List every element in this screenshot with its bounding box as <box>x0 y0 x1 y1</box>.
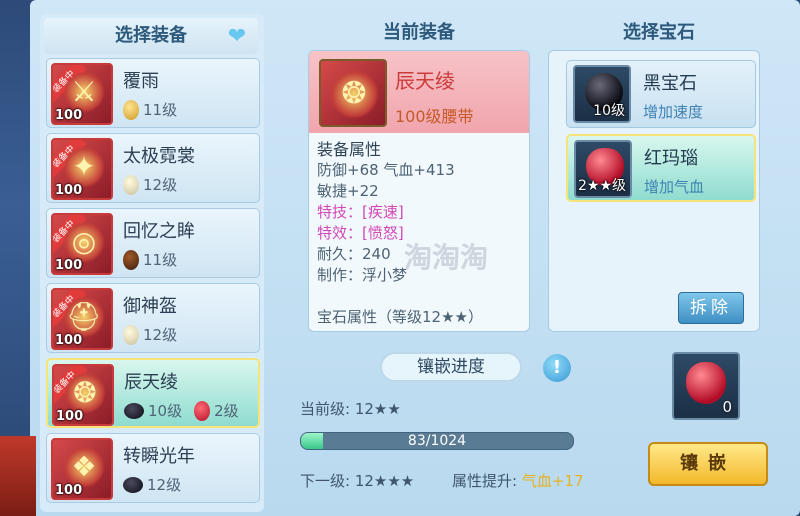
banner-flag-decoration <box>0 436 36 516</box>
belt-icon: ❂ <box>319 59 387 127</box>
select-gem-header: 选择宝石 <box>623 22 695 43</box>
gem-icon: 10级 <box>573 65 631 123</box>
equipment-title: 辰天绫 <box>395 69 455 93</box>
equipment-subtitle: 100级腰带 <box>395 107 474 126</box>
gem-description: 增加气血 <box>644 178 705 196</box>
progress-bar-text: 83/1024 <box>407 433 467 449</box>
equipment-icon: ❖ 100 <box>51 438 113 500</box>
attribute-list: 装备属性 防御+68 气血+413 敏捷+22 特技：[疾速] 特效：[愤怒] … <box>317 139 523 328</box>
special-skill-line: 特技：[疾速] <box>317 203 404 221</box>
gem-row: 11级 <box>123 249 177 270</box>
boots-icon: ❖ <box>63 446 105 488</box>
equipment-icon: 装备中 ❂ 100 <box>52 364 114 426</box>
equipment-item-fuyu[interactable]: 装备中 ⚔ 100 覆雨 11级 <box>46 58 260 128</box>
inlay-progress-title: 镶嵌进度 <box>380 352 522 382</box>
equipment-icon: 装备中 ⚔ 100 <box>51 63 113 125</box>
attribute-line: 敏捷+22 <box>317 182 379 200</box>
current-equipment-header: 当前装备 <box>383 22 455 43</box>
equipment-name: 转瞬光年 <box>123 446 195 467</box>
inlay-button[interactable]: 镶嵌 <box>648 442 768 486</box>
gem-level: 10级 <box>148 402 183 420</box>
equipment-level: 100 <box>55 108 83 123</box>
equipment-panel-title: 选择装备 <box>115 25 187 46</box>
equipment-level: 100 <box>55 258 83 273</box>
gem-attribute-line: 宝石属性（等级12★★） <box>317 308 483 326</box>
gem-name: 黑宝石 <box>643 73 697 94</box>
amber-gem-icon <box>123 249 139 270</box>
equipment-item-taiji[interactable]: 装备中 ✦ 100 太极霓裳 12级 <box>46 133 260 203</box>
equipment-level: 100 <box>55 333 83 348</box>
card-header: ❂ 辰天绫 100级腰带 <box>309 51 529 133</box>
gold-gem-icon <box>123 99 139 120</box>
equipment-name: 覆雨 <box>123 71 159 92</box>
equipment-level: 100 <box>55 483 83 498</box>
gem-item-black[interactable]: 10级 黑宝石 增加速度 <box>566 60 756 128</box>
equipment-name: 辰天绫 <box>124 372 178 393</box>
red-gem-icon <box>686 362 726 404</box>
equipment-item-chentianling[interactable]: 装备中 ❂ 100 辰天绫 10级 2级 <box>46 358 260 428</box>
gem-count: 0 <box>722 398 732 416</box>
equipment-icon: 装备中 ◎ 100 <box>51 213 113 275</box>
equipment-list: 装备中 ⚔ 100 覆雨 11级 装备中 ✦ 100 太极霓裳 12级 装备中 … <box>46 58 262 508</box>
red-gem-icon <box>194 400 211 421</box>
equipment-item-zhuanshun[interactable]: ❖ 100 转瞬光年 12级 <box>46 433 260 503</box>
gem-level: 12级 <box>143 176 178 194</box>
robe-icon: ✦ <box>63 146 105 188</box>
gem-level: 11级 <box>143 101 178 119</box>
equipment-item-huiyi[interactable]: 装备中 ◎ 100 回忆之眸 11级 <box>46 208 260 278</box>
gem-name: 红玛瑙 <box>644 148 698 169</box>
gem-row: 11级 <box>123 99 177 120</box>
attribute-increase-value: 气血+17 <box>521 472 584 490</box>
gem-level: 2级 <box>214 402 239 420</box>
attribute-increase: 属性提升: 气血+17 <box>452 470 584 491</box>
gem-row: 12级 <box>123 174 177 195</box>
equipment-level: 100 <box>56 409 84 424</box>
attribute-title: 装备属性 <box>317 140 382 159</box>
helmet-icon: ⛑ <box>63 296 105 338</box>
equipment-name: 御神盔 <box>123 296 177 317</box>
info-icon[interactable]: ! <box>543 354 571 382</box>
pearl-gem-icon <box>123 174 139 195</box>
second-gem: 2级 <box>194 400 239 421</box>
gem-row: 12级 <box>123 324 177 345</box>
current-level-text: 当前级: 12★★ <box>300 400 401 418</box>
progress-bar: 83/1024 <box>300 432 574 450</box>
equipment-panel-header: 选择装备 ❤ <box>44 18 258 54</box>
equipment-icon: 装备中 ⛑ 100 <box>51 288 113 350</box>
belt-icon: ❂ <box>64 372 106 414</box>
equipment-icon: 装备中 ✦ 100 <box>51 138 113 200</box>
equipment-level: 100 <box>55 183 83 198</box>
remove-button[interactable]: 拆除 <box>678 292 744 324</box>
necklace-icon: ◎ <box>63 221 105 263</box>
gem-level: 12级 <box>143 326 178 344</box>
attribute-increase-label: 属性提升: <box>452 472 518 490</box>
gem-level: 12级 <box>147 476 182 494</box>
equipment-item-yushen[interactable]: 装备中 ⛑ 100 御神盔 12级 <box>46 283 260 353</box>
gem-row: 10级 2级 <box>124 400 239 421</box>
black-gem-icon <box>124 402 144 419</box>
sword-icon: ⚔ <box>63 71 105 113</box>
heart-icon[interactable]: ❤ <box>224 26 250 48</box>
equipment-name: 回忆之眸 <box>123 221 195 242</box>
gem-level: 10级 <box>593 103 625 119</box>
gem-icon: 2★★级 <box>574 140 632 198</box>
gem-item-red[interactable]: 2★★级 红玛瑙 增加气血 <box>566 134 756 202</box>
gem-description: 增加速度 <box>643 103 704 121</box>
gem-row: 12级 <box>123 474 181 495</box>
next-level-text: 下一级: 12★★★ <box>300 472 415 490</box>
gem-level: 2★★级 <box>577 178 626 194</box>
gem-level: 11级 <box>143 251 178 269</box>
current-equipment-card: ❂ 辰天绫 100级腰带 装备属性 防御+68 气血+413 敏捷+22 特技：… <box>308 50 530 332</box>
equipment-name: 太极霓裳 <box>123 146 195 167</box>
gem-slot[interactable]: 0 <box>672 352 740 420</box>
attribute-line: 防御+68 气血+413 <box>317 161 455 179</box>
watermark-logo: 淘淘淘 <box>404 241 489 274</box>
black-gem-icon <box>123 476 143 493</box>
pearl-gem-icon <box>123 324 139 345</box>
